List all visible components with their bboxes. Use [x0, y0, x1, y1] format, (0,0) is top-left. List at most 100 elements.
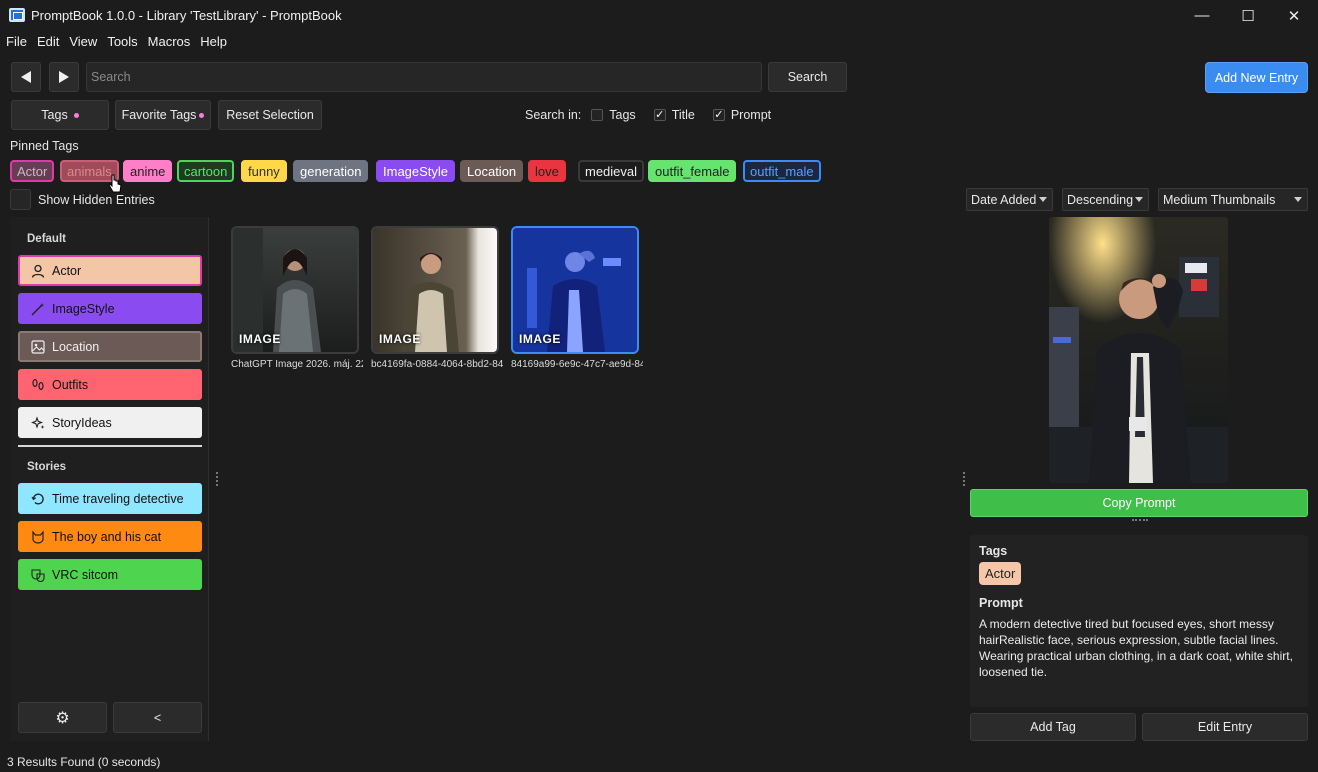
entry-type-badge: IMAGE [519, 332, 561, 346]
sidebar-item-label: Actor [52, 263, 82, 278]
copy-prompt-button[interactable]: Copy Prompt [970, 489, 1308, 517]
sidebar-item-vrc-sitcom[interactable]: VRC sitcom [18, 559, 202, 590]
splitter-handle-details[interactable] [1132, 519, 1148, 522]
masks-icon [30, 567, 46, 583]
entry-thumbnail-3-selected[interactable]: IMAGE [511, 226, 639, 354]
sidebar-heading-default: Default [27, 233, 66, 245]
show-hidden-checkbox[interactable] [10, 189, 31, 210]
chevron-left-icon: < [153, 710, 162, 725]
sort-field-select[interactable]: Date Added [966, 188, 1053, 211]
search-in-group: Search in: Tags ✓ Title ✓ Prompt [525, 108, 771, 122]
sort-order-value: Descending [1067, 192, 1134, 207]
reset-selection-button[interactable]: Reset Selection [218, 100, 322, 130]
sidebar-item-label: VRC sitcom [52, 567, 118, 582]
back-button[interactable] [11, 62, 41, 92]
pinned-tag-funny[interactable]: funny [241, 160, 287, 182]
entry-preview-image [1049, 217, 1228, 483]
person-icon [30, 263, 46, 279]
sidebar-item-outfits[interactable]: Outfits [18, 369, 202, 400]
add-tag-button[interactable]: Add Tag [970, 713, 1136, 741]
entry-thumbnail-1[interactable]: IMAGE [231, 226, 359, 354]
sidebar-item-location[interactable]: Location [18, 331, 202, 362]
sidebar-item-storyideas[interactable]: StoryIdeas [18, 407, 202, 438]
sparkles-icon [30, 415, 46, 431]
minimize-icon[interactable]: — [1179, 0, 1225, 31]
close-icon[interactable]: ✕ [1271, 0, 1317, 31]
chevron-down-icon [1135, 197, 1143, 202]
menu-help[interactable]: Help [195, 31, 232, 53]
indicator-dot-icon [73, 112, 79, 118]
entry-caption: bc4169fa-0884-4064-8bd2-84 [371, 359, 503, 370]
pinned-tag-actor[interactable]: Actor [10, 160, 55, 182]
sidebar-item-label: StoryIdeas [52, 415, 112, 430]
menu-view[interactable]: View [64, 31, 102, 53]
details-tag-chip[interactable]: Actor [979, 562, 1022, 585]
search-in-prompt-checkbox[interactable]: ✓ [712, 109, 725, 121]
details-tags-heading: Tags [979, 544, 1008, 558]
pinned-tag-generation[interactable]: generation [293, 160, 369, 182]
search-button[interactable]: Search [768, 62, 847, 92]
sidebar-divider [18, 445, 202, 447]
gear-icon: ⚙ [55, 709, 70, 727]
favorite-tags-button[interactable]: Favorite Tags [115, 100, 211, 130]
tags-button-label: Tags [41, 108, 68, 122]
sort-order-select[interactable]: Descending [1062, 188, 1149, 211]
sidebar-item-label: ImageStyle [52, 301, 115, 316]
search-in-title-label: Title [671, 108, 695, 122]
search-in-tags-checkbox[interactable] [591, 109, 604, 121]
menu-macros[interactable]: Macros [143, 31, 196, 53]
details-prompt-text: A modern detective tired but focused eye… [979, 617, 1293, 679]
menu-tools[interactable]: Tools [102, 31, 142, 53]
search-in-label: Search in: [525, 108, 582, 122]
splitter-handle-right[interactable] [963, 472, 965, 486]
pinned-tag-location[interactable]: Location [460, 160, 524, 182]
arrow-right-icon [59, 71, 69, 83]
pinned-tag-anime[interactable]: anime [123, 160, 173, 182]
menu-bar: File Edit View Tools Macros Help [0, 31, 232, 53]
maximize-icon[interactable]: ☐ [1225, 0, 1271, 31]
collapse-sidebar-button[interactable]: < [113, 702, 202, 733]
menu-file[interactable]: File [0, 31, 32, 53]
forward-button[interactable] [49, 62, 79, 92]
sidebar-item-label: Location [52, 339, 100, 354]
arrow-left-icon [21, 71, 31, 83]
entry-type-badge: IMAGE [379, 332, 421, 346]
sidebar-item-boy-and-cat[interactable]: The boy and his cat [18, 521, 202, 552]
sidebar-item-label: Time traveling detective [52, 491, 184, 506]
search-input[interactable] [86, 62, 762, 92]
pinned-tag-imagestyle[interactable]: ImageStyle [376, 160, 456, 182]
settings-button[interactable]: ⚙ [18, 702, 107, 733]
edit-entry-button[interactable]: Edit Entry [1142, 713, 1308, 741]
add-new-entry-button[interactable]: Add New Entry [1205, 62, 1308, 93]
pinned-tag-medieval[interactable]: medieval [578, 160, 645, 182]
show-hidden-label: Show Hidden Entries [38, 193, 155, 207]
chevron-down-icon [1039, 197, 1047, 202]
chevron-down-icon [1294, 197, 1302, 202]
entry-caption: 84169a99-6e9c-47c7-ae9d-84 [511, 359, 643, 370]
pinned-tag-outfit-male[interactable]: outfit_male [743, 160, 821, 182]
details-prompt-heading: Prompt [979, 596, 1023, 610]
sidebar-item-imagestyle[interactable]: ImageStyle [18, 293, 202, 324]
sidebar-item-label: Outfits [52, 377, 89, 392]
search-in-prompt-label: Prompt [730, 108, 772, 122]
splitter-handle-left[interactable] [216, 472, 218, 486]
entry-type-badge: IMAGE [239, 332, 281, 346]
entry-thumbnail-2[interactable]: IMAGE [371, 226, 499, 354]
detective-preview-image [1049, 217, 1228, 483]
pinned-tags-label: Pinned Tags [10, 139, 79, 153]
pinned-tag-outfit-female[interactable]: outfit_female [648, 160, 737, 182]
menu-edit[interactable]: Edit [32, 31, 64, 53]
tags-button[interactable]: Tags [11, 100, 109, 130]
pinned-tag-love[interactable]: love [528, 160, 566, 182]
thumbnail-size-select[interactable]: Medium Thumbnails [1158, 188, 1308, 211]
pinned-tag-cartoon[interactable]: cartoon [177, 160, 235, 182]
thumbnail-size-value: Medium Thumbnails [1163, 192, 1276, 207]
footprints-icon [30, 377, 46, 393]
sidebar-item-time-traveling-detective[interactable]: Time traveling detective [18, 483, 202, 514]
app-icon [9, 8, 25, 22]
history-icon [30, 491, 46, 507]
search-in-tags-label: Tags [609, 108, 636, 122]
indicator-dot-icon [199, 112, 205, 118]
search-in-title-checkbox[interactable]: ✓ [653, 109, 666, 121]
sidebar-item-actor[interactable]: Actor [18, 255, 202, 286]
